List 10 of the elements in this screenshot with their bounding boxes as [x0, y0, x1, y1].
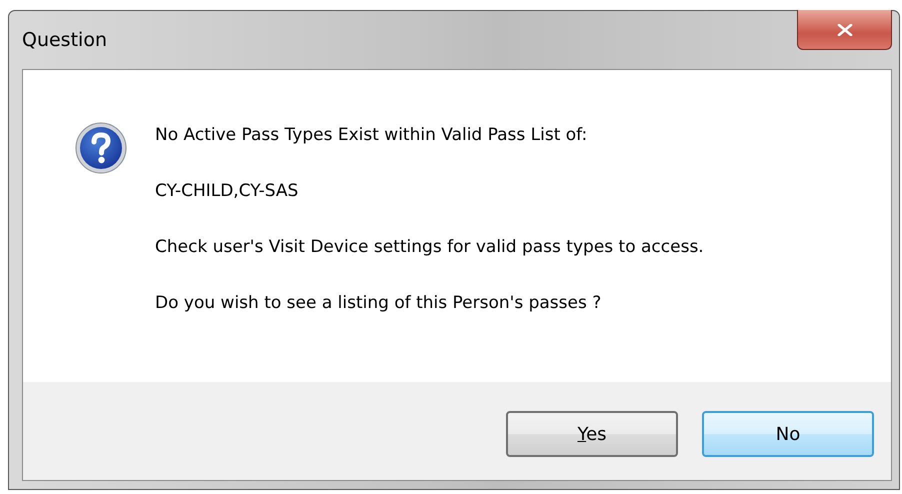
question-icon — [75, 122, 127, 174]
close-icon — [836, 24, 852, 36]
dialog-button[interactable]: No — [702, 411, 874, 457]
window-title: Question — [22, 29, 107, 51]
dialog-button[interactable]: Yes — [506, 411, 678, 457]
message-text: Do you wish to see a listing of this Person's passes ? — [155, 293, 602, 314]
close-button[interactable] — [797, 10, 892, 50]
message-text: CY-CHILD,CY-SAS — [155, 181, 300, 202]
message-text: No Active Pass Types Exist within Valid Pass List of: — [155, 125, 588, 146]
message-text: Check user's Visit Device settings for valid pass types to access. — [155, 237, 704, 258]
